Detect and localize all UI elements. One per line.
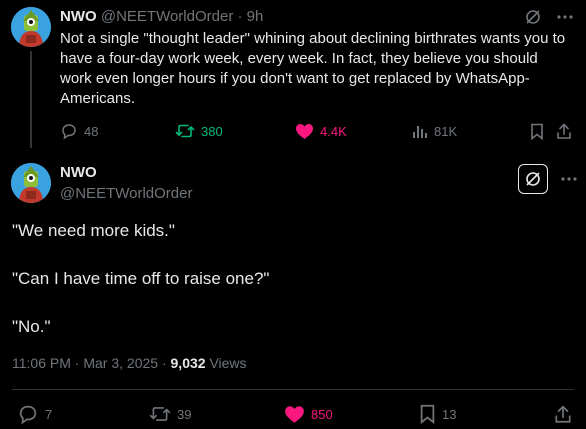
tweet-text-line: "Can I have time off to raise one?": [12, 269, 270, 288]
main-action-bar: 7 39 850 13: [12, 403, 574, 425]
author-name[interactable]: NWO: [60, 8, 97, 25]
repost-icon: [149, 407, 171, 421]
separator: ·: [237, 8, 243, 25]
repost-button[interactable]: 39: [149, 403, 191, 425]
timestamp[interactable]: 9h: [247, 8, 264, 25]
like-count: 4.4K: [320, 123, 347, 139]
timestamp[interactable]: 11:06 PM: [12, 355, 71, 371]
date[interactable]: Mar 3, 2025: [83, 355, 158, 371]
separator: ·: [74, 355, 80, 371]
separator: ·: [161, 355, 167, 371]
share-button[interactable]: [554, 403, 572, 425]
share-icon: [557, 122, 571, 139]
avatar[interactable]: [11, 7, 51, 47]
repost-count: 39: [177, 406, 192, 422]
parent-top-icons: [524, 8, 574, 26]
reply-count: 48: [84, 123, 99, 139]
thread-line: [30, 51, 32, 148]
reply-icon: [62, 124, 76, 140]
views-count: 81K: [434, 123, 458, 139]
grok-button[interactable]: [518, 164, 548, 194]
repost-icon: [175, 124, 195, 138]
bookmark-button[interactable]: 13: [419, 403, 456, 425]
grok-icon[interactable]: [524, 8, 542, 26]
grok-icon: [526, 172, 540, 186]
reply-button[interactable]: 48: [60, 120, 98, 142]
views-icon: [413, 126, 427, 138]
author-name[interactable]: NWO: [60, 164, 97, 181]
like-icon: [285, 405, 304, 423]
parent-header: NWO @NEETWorldOrder · 9h: [60, 8, 263, 26]
like-button[interactable]: 4.4K: [295, 120, 347, 142]
repost-count: 380: [201, 123, 223, 139]
author-handle[interactable]: @NEETWorldOrder: [101, 8, 233, 25]
views-count: 9,032: [170, 355, 206, 371]
bookmark-count: 13: [442, 406, 457, 422]
reply-icon: [19, 405, 37, 425]
tweet-text-line: "We need more kids.": [12, 221, 175, 240]
bookmark-icon: [531, 123, 543, 140]
reply-count: 7: [45, 406, 53, 422]
views-button[interactable]: 81K: [412, 120, 457, 142]
author-handle[interactable]: @NEETWorldOrder: [60, 185, 192, 202]
parent-tweet-text: Not a single "thought leader" whining ab…: [60, 30, 566, 107]
views-label: Views: [209, 355, 247, 371]
reply-button[interactable]: 7: [17, 403, 52, 425]
tweet-text-line: "No.": [12, 317, 51, 336]
more-icon[interactable]: [560, 170, 578, 188]
like-icon: [296, 123, 313, 139]
like-count: 850: [311, 406, 333, 422]
tweet-meta: 11:06 PM · Mar 3, 2025 · 9,032 Views: [12, 355, 247, 371]
bookmark-button[interactable]: [530, 120, 544, 142]
share-button[interactable]: [556, 120, 572, 142]
parent-action-bar: 48 380 4.4K 81K: [60, 120, 576, 142]
avatar[interactable]: [11, 163, 51, 203]
bookmark-icon: [420, 404, 435, 424]
like-button[interactable]: 850: [284, 403, 333, 425]
repost-button[interactable]: 380: [175, 120, 223, 142]
divider: [12, 389, 574, 390]
share-icon: [555, 404, 571, 423]
more-icon[interactable]: [556, 8, 574, 26]
